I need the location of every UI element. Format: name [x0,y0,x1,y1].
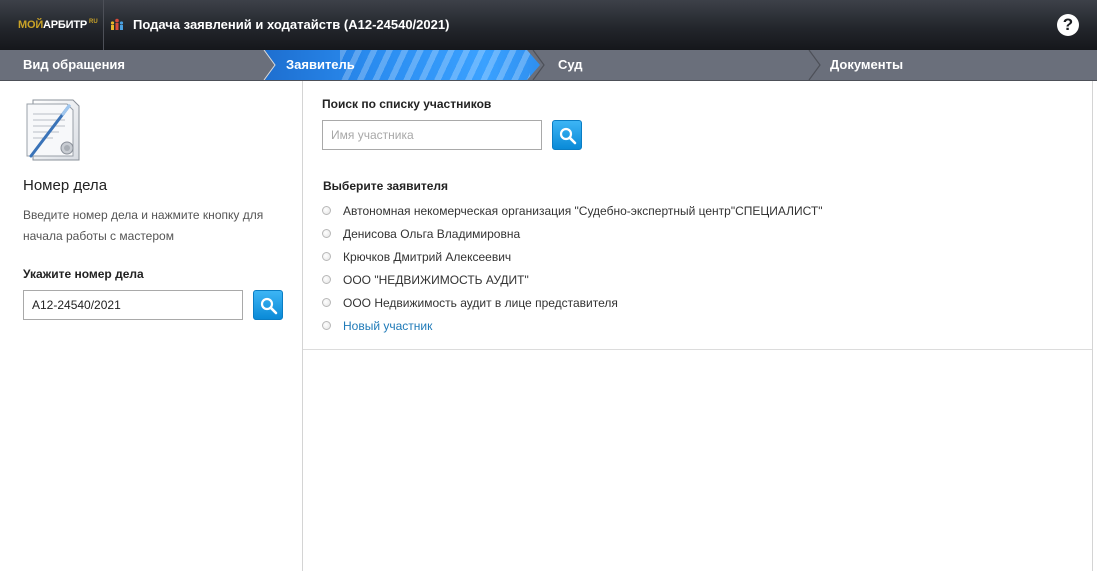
new-participant-link[interactable]: Новый участник [343,319,432,333]
logo[interactable]: МОЙ АРБИТР RU [0,0,104,50]
applicant-option[interactable]: ООО Недвижимость аудит в лице представит… [322,291,823,314]
step-separator-icon [808,50,821,80]
case-number-description: Введите номер дела и нажмите кнопку для … [23,208,264,243]
participant-search-input[interactable] [322,120,542,150]
participant-search-button[interactable] [552,120,582,150]
search-icon [559,127,577,145]
people-icon [110,18,124,30]
app-title: Подача заявлений и ходатайств (А12-24540… [133,17,450,32]
participant-search-title: Поиск по списку участников [322,97,492,111]
active-step-stripes [340,50,530,80]
case-number-label: Укажите номер дела [23,267,144,281]
case-number-panel: Номер дела Введите номер дела и нажмите … [3,81,303,571]
logo-moi: МОЙ [18,19,44,31]
step-separator-icon [532,50,545,80]
applicant-option-label: ООО "НЕДВИЖИМОСТЬ АУДИТ" [343,272,529,287]
logo-arbitr: АРБИТР [43,19,87,31]
case-search-button[interactable] [253,290,283,320]
step-request-type[interactable]: Вид обращения [23,50,125,80]
choose-applicant-title: Выберите заявителя [323,179,449,193]
applicant-option-label: Крючков Дмитрий Алексеевич [343,249,512,264]
radio-button[interactable] [322,275,331,284]
radio-button[interactable] [322,252,331,261]
new-participant-option[interactable]: Новый участник [322,314,823,337]
content-right-border [1092,81,1093,571]
search-icon [260,297,278,315]
applicant-option[interactable]: Автономная некомерческая организация "Су… [322,199,823,222]
applicant-option-label: ООО Недвижимость аудит в лице представит… [343,295,618,310]
applicant-option[interactable]: Денисова Ольга Владимировна [322,222,823,245]
app-header: МОЙ АРБИТР RU Подача заявлений и ходатайст… [0,0,1097,50]
radio-button[interactable] [322,206,331,215]
step-documents[interactable]: Документы [830,50,903,80]
applicant-option[interactable]: ООО "НЕДВИЖИМОСТЬ АУДИТ" [322,268,823,291]
applicant-option-label: Автономная некомерческая организация "Су… [343,203,823,218]
step-court[interactable]: Суд [558,50,583,80]
radio-button[interactable] [322,298,331,307]
section-divider [303,349,1092,350]
document-pen-icon [26,99,80,161]
case-number-heading: Номер дела [23,177,108,194]
radio-button[interactable] [322,229,331,238]
radio-button[interactable] [322,321,331,330]
help-icon[interactable]: ? [1057,14,1079,36]
step-applicant[interactable]: Заявитель [286,50,355,80]
applicant-option-label: Денисова Ольга Владимировна [343,226,521,241]
step-separator-icon [263,50,276,80]
applicant-options: Автономная некомерческая организация "Су… [322,199,823,337]
case-number-input[interactable] [23,290,243,320]
applicant-option[interactable]: Крючков Дмитрий Алексеевич [322,245,823,268]
logo-ru: RU [88,19,98,25]
wizard-steps-bar [0,50,1097,81]
